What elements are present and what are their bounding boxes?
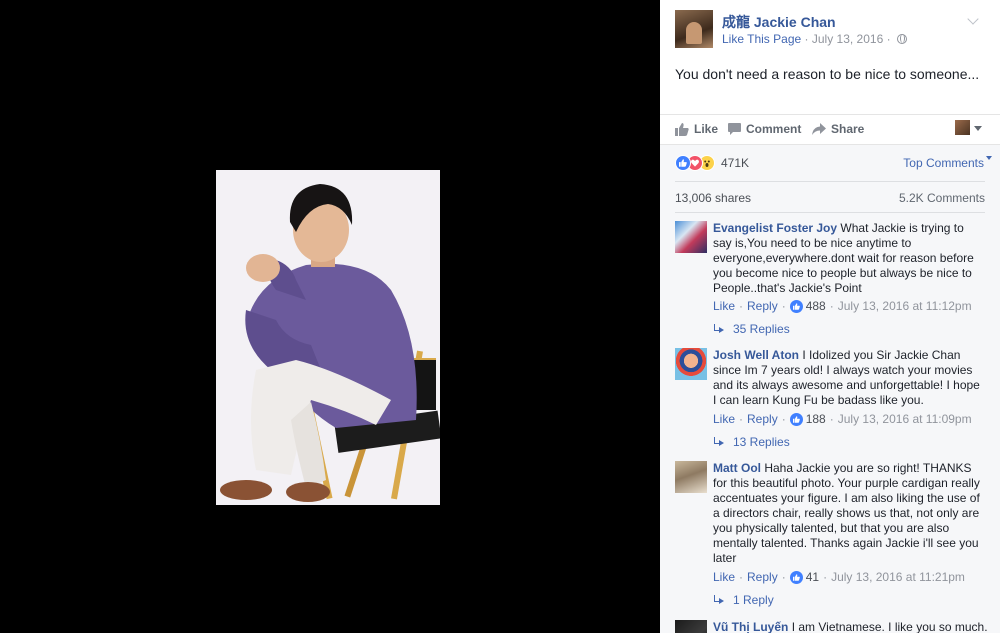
comment-timestamp[interactable]: July 13, 2016 at 11:21pm xyxy=(831,570,965,584)
comment-author[interactable]: Vũ Thị Luyến xyxy=(713,620,788,633)
reply-arrow-icon xyxy=(713,595,725,605)
thumbs-up-icon xyxy=(675,122,689,136)
page-avatar[interactable] xyxy=(675,10,713,48)
like-count-icon xyxy=(789,570,803,584)
comment-author[interactable]: Matt Ool xyxy=(713,461,761,475)
globe-icon xyxy=(896,34,907,44)
comment-meta: Like · Reply · 488 · July 13, 2016 at 11:12… xyxy=(713,299,972,313)
commenter-avatar[interactable] xyxy=(675,461,707,493)
comment-like-link[interactable]: Like xyxy=(713,299,735,313)
comment-body: Vũ Thị Luyến I am Vietnamese. I like you… xyxy=(713,620,988,633)
commenter-avatar[interactable] xyxy=(675,221,707,253)
comment: Josh Well Aton I Idolized you Sir Jackie… xyxy=(675,348,985,449)
comment: Vũ Thị Luyến I am Vietnamese. I like you… xyxy=(675,620,988,633)
view-replies-link[interactable]: 1 Reply xyxy=(713,593,774,607)
like-label: Like xyxy=(694,122,719,136)
like-button[interactable]: Like xyxy=(675,122,718,136)
comment-meta: Like · Reply · 41 · July 13, 2016 at 11:21p… xyxy=(713,570,965,584)
comment-icon xyxy=(728,123,741,135)
viewer-avatar[interactable] xyxy=(955,120,970,135)
caret-down-icon xyxy=(986,156,992,160)
like-page-link[interactable]: Like This Page xyxy=(722,32,801,46)
divider xyxy=(675,212,985,213)
comment-button[interactable]: Comment xyxy=(728,122,801,136)
post-meta: Like This Page · July 13, 2016 · xyxy=(722,32,907,46)
comment-like-link[interactable]: Like xyxy=(713,570,735,584)
comments-section: 471K Top Comments 13,006 shares 5.2K Com… xyxy=(660,144,1000,633)
commenter-avatar[interactable] xyxy=(675,620,707,633)
share-label: Share xyxy=(831,122,865,136)
comment-sort-dropdown[interactable]: Top Comments xyxy=(903,156,992,170)
like-count-icon xyxy=(789,299,803,313)
post-actions: Like Comment Share xyxy=(660,114,1000,144)
reactions-summary[interactable]: 471K xyxy=(675,155,749,171)
reply-arrow-icon xyxy=(713,437,725,447)
view-replies-link[interactable]: 35 Replies xyxy=(713,322,790,336)
share-button[interactable]: Share xyxy=(812,122,864,136)
comment-like-count[interactable]: 41 xyxy=(806,570,819,584)
post-date[interactable]: July 13, 2016 xyxy=(812,32,883,46)
post-sidebar: 成龍 Jackie Chan Like This Page · July 13,… xyxy=(660,0,1000,633)
replies-count: 35 Replies xyxy=(733,322,790,336)
replies-count: 13 Replies xyxy=(733,435,790,449)
comment-like-link[interactable]: Like xyxy=(713,412,735,426)
comment-body: Matt Ool Haha Jackie you are so right! T… xyxy=(713,461,981,566)
replies-count: 1 Reply xyxy=(733,593,774,607)
comment-reply-link[interactable]: Reply xyxy=(747,299,778,313)
post-photo[interactable] xyxy=(216,170,440,505)
commenter-avatar[interactable] xyxy=(675,348,707,380)
meta-separator: · xyxy=(804,32,812,46)
meta-separator-2: · xyxy=(886,32,894,46)
comment-reply-link[interactable]: Reply xyxy=(747,412,778,426)
caret-down-icon[interactable] xyxy=(974,126,982,131)
comment-reply-link[interactable]: Reply xyxy=(747,570,778,584)
comment-body: Evangelist Foster Joy What Jackie is try… xyxy=(713,221,981,296)
comment-text: Haha Jackie you are so right! THANKS for… xyxy=(713,461,980,565)
view-replies-link[interactable]: 13 Replies xyxy=(713,435,790,449)
divider xyxy=(675,181,985,182)
page-name-link[interactable]: 成龍 Jackie Chan xyxy=(722,12,836,32)
photo-illustration xyxy=(216,170,440,505)
comment-timestamp[interactable]: July 13, 2016 at 11:09pm xyxy=(838,412,972,426)
comment: Evangelist Foster Joy What Jackie is try… xyxy=(675,221,985,336)
shares-count[interactable]: 13,006 shares xyxy=(675,191,751,205)
comment-label: Comment xyxy=(746,122,802,136)
comment-like-count[interactable]: 488 xyxy=(806,299,826,313)
post-header: 成龍 Jackie Chan Like This Page · July 13,… xyxy=(675,10,985,50)
comment-author[interactable]: Evangelist Foster Joy xyxy=(713,221,837,235)
share-icon xyxy=(812,123,826,135)
photo-viewer xyxy=(0,0,660,633)
comments-count[interactable]: 5.2K Comments xyxy=(899,191,985,205)
reactions-count: 471K xyxy=(721,156,750,170)
comment-meta: Like · Reply · 188 · July 13, 2016 at 11:09… xyxy=(713,412,972,426)
comment-author[interactable]: Josh Well Aton xyxy=(713,348,799,362)
comment-sort-label: Top Comments xyxy=(903,156,984,170)
comment-body: Josh Well Aton I Idolized you Sir Jackie… xyxy=(713,348,981,408)
comment-text: I am Vietnamese. I like you so much. xyxy=(791,620,988,633)
like-reaction-icon xyxy=(675,155,691,171)
comment-like-count[interactable]: 188 xyxy=(806,412,826,426)
reply-arrow-icon xyxy=(713,324,725,334)
post-text: You don't need a reason to be nice to so… xyxy=(675,66,980,82)
like-count-icon xyxy=(789,412,803,426)
comment-timestamp[interactable]: July 13, 2016 at 11:12pm xyxy=(838,299,972,313)
chevron-down-icon[interactable] xyxy=(967,13,979,25)
comment: Matt Ool Haha Jackie you are so right! T… xyxy=(675,461,985,611)
